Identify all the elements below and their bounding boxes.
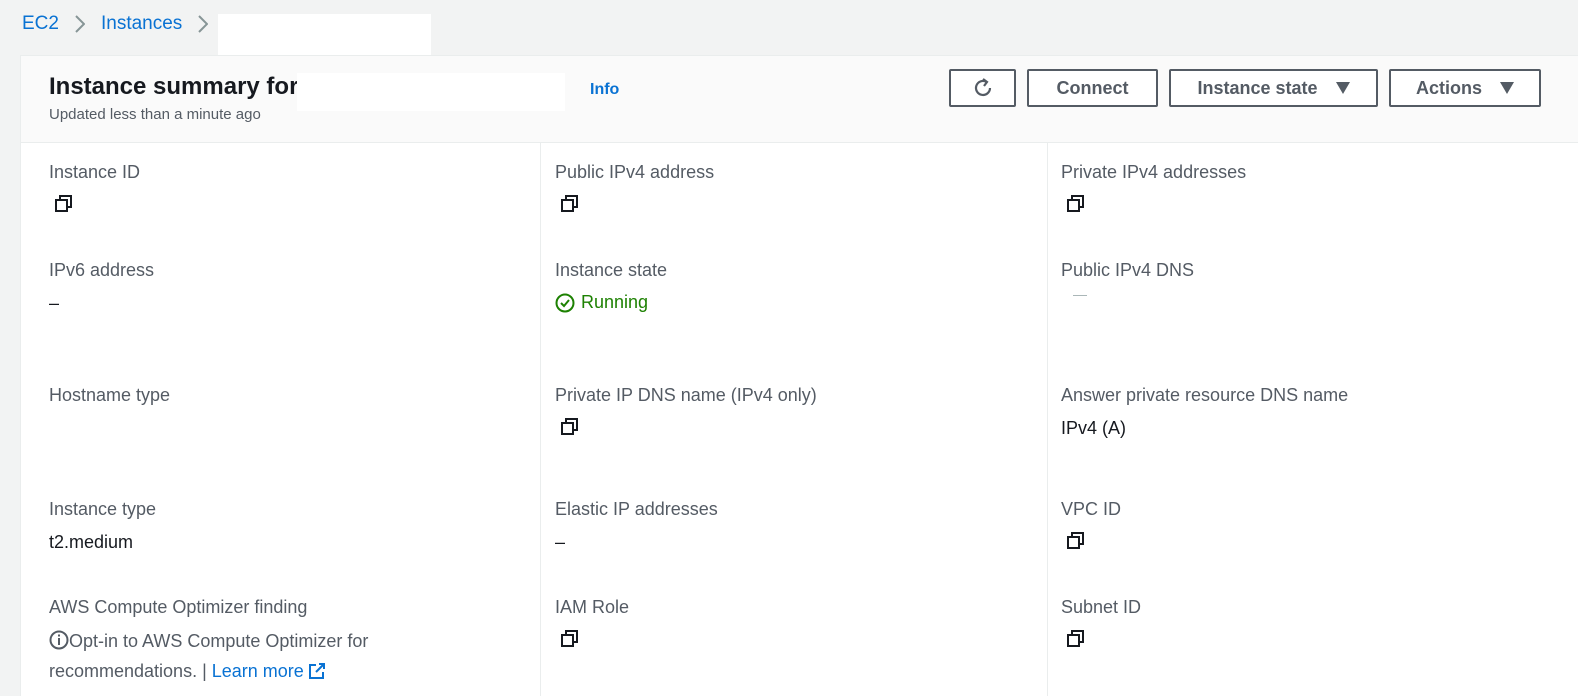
- field-answer-dns: Answer private resource DNS name IPv4 (A…: [1061, 385, 1348, 439]
- breadcrumb: EC2 Instances: [22, 12, 224, 36]
- status-badge: Running: [555, 292, 667, 313]
- info-icon: [49, 630, 69, 658]
- external-link-icon[interactable]: [308, 661, 326, 688]
- status-text: Running: [581, 292, 649, 312]
- empty-value-dash: [1073, 295, 1087, 296]
- field-private-ipv4: Private IPv4 addresses: [1061, 162, 1246, 218]
- field-ipv6: IPv6 address –: [49, 260, 154, 314]
- card-header: Instance summary for Info Updated less t…: [21, 56, 1578, 143]
- field-label: Instance type: [49, 499, 157, 519]
- instance-summary-card: Instance summary for Info Updated less t…: [20, 55, 1578, 696]
- refresh-icon: [972, 77, 994, 99]
- instance-state-dropdown[interactable]: Instance state: [1169, 69, 1378, 107]
- field-label: Public IPv4 DNS: [1061, 260, 1195, 280]
- connect-label: Connect: [1056, 77, 1129, 98]
- field-value: –: [555, 532, 566, 552]
- field-label: IPv6 address: [49, 260, 155, 280]
- field-label: Private IP DNS name (IPv4 only): [555, 385, 817, 405]
- copy-icon[interactable]: [561, 630, 579, 653]
- field-instance-type: Instance type t2.medium: [49, 499, 156, 553]
- field-vpc-id: VPC ID: [1061, 499, 1121, 555]
- field-hostname-type: Hostname type: [49, 385, 170, 406]
- actions-label: Actions: [1415, 77, 1482, 98]
- copy-icon[interactable]: [1067, 532, 1085, 555]
- copy-icon[interactable]: [55, 195, 73, 218]
- column-divider: [540, 143, 541, 696]
- check-circle-icon: [555, 293, 581, 313]
- chevron-right-icon: [198, 15, 209, 33]
- field-label: Private IPv4 addresses: [1061, 162, 1247, 182]
- page-title: Instance summary for: [49, 73, 299, 100]
- field-label: Instance state: [555, 260, 668, 280]
- chevron-right-icon: [75, 15, 85, 33]
- field-label: Subnet ID: [1061, 597, 1142, 617]
- field-label: Public IPv4 address: [555, 162, 715, 182]
- redacted-instance-name: [297, 73, 565, 111]
- field-instance-id: Instance ID: [49, 162, 140, 218]
- field-compute-optimizer: AWS Compute Optimizer finding Opt-in to …: [49, 597, 429, 688]
- field-elastic-ip: Elastic IP addresses –: [555, 499, 718, 553]
- learn-more-link[interactable]: Learn more: [212, 661, 304, 681]
- field-label: Hostname type: [49, 385, 171, 405]
- updated-timestamp: Updated less than a minute ago: [49, 106, 261, 123]
- optimizer-message: Opt-in to AWS Compute Optimizer for reco…: [49, 628, 429, 688]
- redacted-breadcrumb-instance: [218, 14, 431, 55]
- breadcrumb-instances[interactable]: Instances: [101, 13, 182, 35]
- copy-icon[interactable]: [561, 195, 579, 218]
- field-iam-role: IAM Role: [555, 597, 629, 653]
- column-divider: [1047, 143, 1048, 696]
- field-instance-state: Instance state Running: [555, 260, 667, 313]
- field-subnet-id: Subnet ID: [1061, 597, 1141, 653]
- field-value: IPv4 (A): [1061, 418, 1127, 438]
- refresh-button[interactable]: [949, 69, 1016, 107]
- actions-dropdown[interactable]: Actions: [1389, 69, 1541, 107]
- caret-down-icon: [1500, 82, 1514, 94]
- field-value: –: [49, 293, 60, 313]
- field-label: VPC ID: [1061, 499, 1122, 519]
- instance-state-label: Instance state: [1197, 77, 1318, 98]
- caret-down-icon: [1335, 82, 1350, 94]
- info-link[interactable]: Info: [590, 81, 619, 99]
- field-value: t2.medium: [49, 532, 134, 552]
- field-public-dns: Public IPv4 DNS: [1061, 260, 1194, 296]
- field-public-ipv4: Public IPv4 address: [555, 162, 714, 218]
- copy-icon[interactable]: [561, 418, 579, 441]
- connect-button[interactable]: Connect: [1027, 69, 1158, 107]
- field-label: Instance ID: [49, 162, 141, 182]
- field-label: Elastic IP addresses: [555, 499, 718, 519]
- field-label: IAM Role: [555, 597, 630, 617]
- breadcrumb-ec2[interactable]: EC2: [22, 13, 59, 35]
- field-label: Answer private resource DNS name: [1061, 385, 1349, 405]
- field-private-dns: Private IP DNS name (IPv4 only): [555, 385, 817, 441]
- copy-icon[interactable]: [1067, 630, 1085, 653]
- field-label: AWS Compute Optimizer finding: [49, 597, 308, 617]
- copy-icon[interactable]: [1067, 195, 1085, 218]
